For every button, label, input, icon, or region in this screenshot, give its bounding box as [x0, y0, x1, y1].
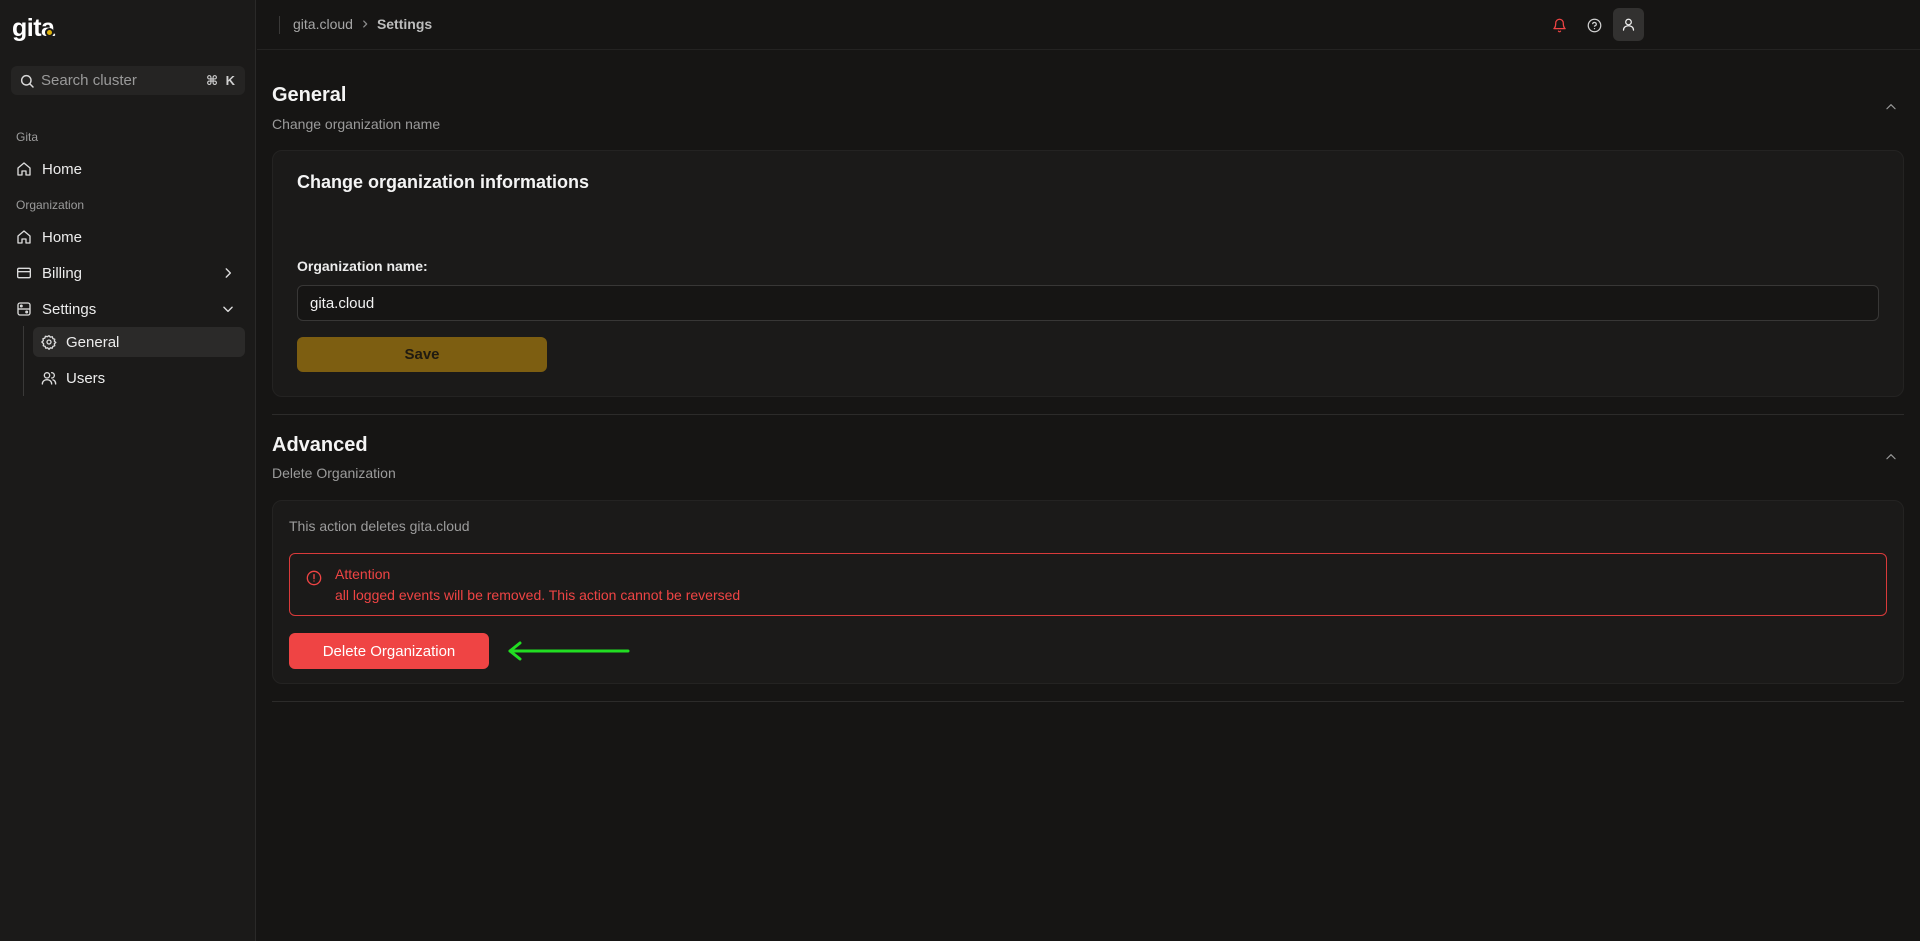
breadcrumb-organization[interactable]: gita.cloud [293, 16, 353, 32]
chevron-right-icon[interactable] [221, 266, 235, 280]
organization-name-input[interactable] [297, 285, 1879, 321]
breadcrumb-divider [279, 16, 280, 34]
annotation-arrow-icon [506, 641, 632, 661]
search-cluster-input[interactable]: Search cluster ⌘ K [11, 66, 245, 95]
nav-group-organization: Organization [16, 198, 85, 212]
sidebar-item-label: Home [42, 160, 83, 178]
gear-icon [41, 334, 57, 350]
sidebar-item-label: Users [66, 369, 106, 387]
user-menu-button[interactable] [1613, 8, 1644, 41]
sidebar-item-general[interactable]: General [33, 327, 245, 357]
organization-name-label: Organization name: [297, 258, 428, 274]
app-logo[interactable]: gita [12, 14, 55, 42]
general-section-title: General [272, 84, 347, 106]
help-circle-icon [1587, 18, 1602, 33]
chevron-up-icon[interactable] [1884, 100, 1898, 114]
breadcrumb: gita.cloud Settings [293, 16, 432, 32]
delete-organization-button[interactable]: Delete Organization [289, 633, 489, 669]
sidebar-item-users[interactable]: Users [33, 363, 245, 393]
save-button[interactable]: Save [297, 337, 547, 372]
sidebar-item-billing[interactable]: Billing [8, 258, 245, 288]
submenu-guide-line [23, 326, 24, 396]
bell-icon [1552, 18, 1567, 33]
sidebar-item-label: Billing [42, 264, 83, 282]
chevron-right-icon [360, 19, 370, 29]
sidebar-item-gita-home[interactable]: Home [8, 154, 245, 184]
user-icon [1621, 17, 1636, 32]
sidebar-item-organization-home[interactable]: Home [8, 222, 245, 252]
logo-mark [45, 27, 55, 37]
section-divider [272, 701, 1904, 702]
search-icon [19, 73, 35, 89]
nav-group-gita: Gita [16, 130, 39, 144]
delete-description: This action deletes gita.cloud [289, 518, 470, 534]
alert-title: Attention [335, 566, 391, 582]
sidebar-item-label: General [66, 333, 120, 351]
sidebar-item-label: Home [42, 228, 83, 246]
home-icon [16, 161, 32, 177]
advanced-section-title: Advanced [272, 434, 368, 456]
general-section-subtitle: Change organization name [272, 116, 441, 132]
settings-panel-icon [16, 301, 32, 317]
top-bar: gita.cloud Settings [257, 0, 1920, 50]
users-icon [41, 370, 57, 386]
alert-body: all logged events will be removed. This … [335, 587, 741, 603]
attention-alert: Attention all logged events will be remo… [289, 553, 1887, 616]
advanced-section-subtitle: Delete Organization [272, 465, 396, 481]
notifications-button[interactable] [1544, 10, 1574, 40]
search-placeholder: Search cluster [41, 72, 137, 89]
help-button[interactable] [1579, 10, 1609, 40]
home-icon [16, 229, 32, 245]
credit-card-icon [16, 265, 32, 281]
sidebar-item-label: Settings [42, 300, 97, 318]
sidebar: gita Search cluster ⌘ K Gita Home Organi… [0, 0, 256, 941]
alert-circle-icon [306, 570, 322, 586]
chevron-up-icon[interactable] [1884, 450, 1898, 464]
sidebar-item-settings[interactable]: Settings [8, 294, 245, 324]
search-shortcut: ⌘ K [205, 72, 237, 88]
breadcrumb-current: Settings [376, 16, 433, 32]
card-title: Change organization informations [297, 172, 590, 192]
chevron-down-icon[interactable] [221, 302, 235, 316]
section-divider [272, 414, 1904, 415]
